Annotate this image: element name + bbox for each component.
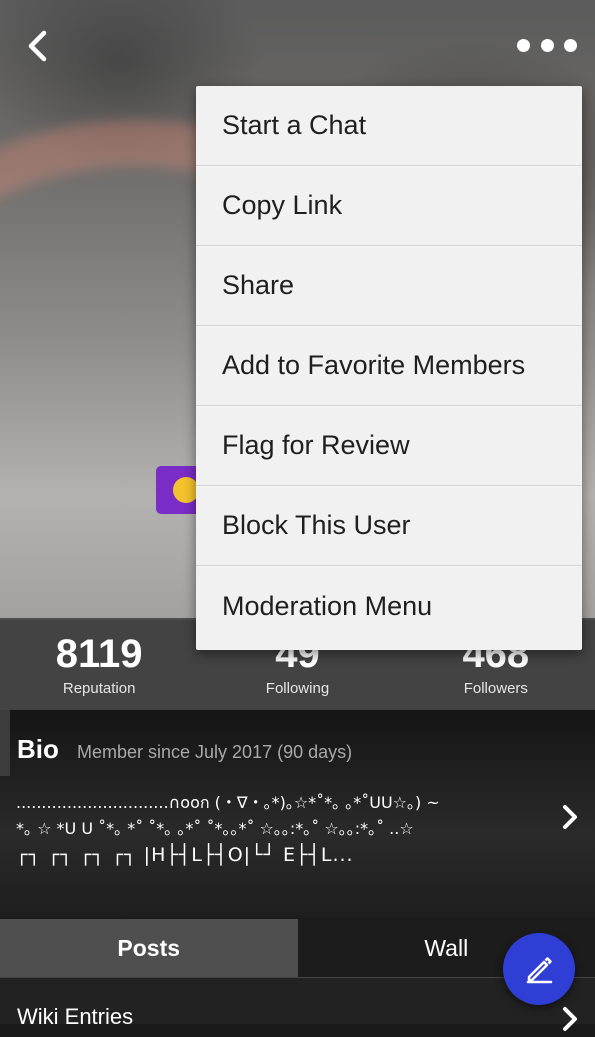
bio-line: ┌┐ ┌┐ ┌┐ ┌┐ |H├┤L├┤O|└┘ E├┤L...: [16, 842, 536, 868]
reputation-label: Reputation: [0, 680, 198, 697]
menu-item-copy-link[interactable]: Copy Link: [196, 166, 582, 246]
chevron-right-icon: [561, 1006, 579, 1032]
back-button[interactable]: [20, 26, 54, 66]
chevron-left-icon: [24, 29, 50, 63]
bio-expand-button[interactable]: [561, 804, 579, 835]
stat-reputation: 8119 Reputation: [0, 618, 198, 710]
bio-line: *｡ ☆ *U U ˚*｡ *˚ ˚*｡ ｡*˚ ˚*｡｡*˚ ☆｡｡:*｡˚ …: [16, 816, 536, 842]
wiki-entries-label: Wiki Entries: [17, 1004, 133, 1030]
menu-item-block-user[interactable]: Block This User: [196, 486, 582, 566]
bio-text: ..............................∩ooก (・∇・｡…: [16, 790, 536, 868]
followers-label: Followers: [397, 680, 595, 697]
more-options-button[interactable]: [517, 30, 577, 60]
more-horizontal-icon: [517, 39, 530, 52]
following-label: Following: [198, 680, 396, 697]
member-since: Member since July 2017 (90 days): [77, 742, 352, 763]
menu-item-add-favorite[interactable]: Add to Favorite Members: [196, 326, 582, 406]
bio-edge-tab: [0, 710, 10, 776]
menu-item-share[interactable]: Share: [196, 246, 582, 326]
bio-line: ..............................∩ooก (・∇・｡…: [16, 790, 536, 816]
tab-posts[interactable]: Posts: [0, 919, 298, 977]
compose-button[interactable]: [503, 933, 575, 1005]
pencil-icon: [523, 953, 555, 985]
bio-section[interactable]: Bio Member since July 2017 (90 days) ...…: [0, 710, 595, 918]
menu-item-flag-review[interactable]: Flag for Review: [196, 406, 582, 486]
overflow-menu: Start a Chat Copy Link Share Add to Favo…: [196, 86, 582, 650]
menu-item-moderation[interactable]: Moderation Menu: [196, 566, 582, 646]
bio-title: Bio: [17, 734, 59, 765]
wiki-chevron: [561, 1006, 579, 1037]
more-horizontal-icon: [541, 39, 554, 52]
chevron-right-icon: [561, 804, 579, 830]
menu-item-start-chat[interactable]: Start a Chat: [196, 86, 582, 166]
more-horizontal-icon: [564, 39, 577, 52]
reputation-count: 8119: [0, 632, 198, 676]
